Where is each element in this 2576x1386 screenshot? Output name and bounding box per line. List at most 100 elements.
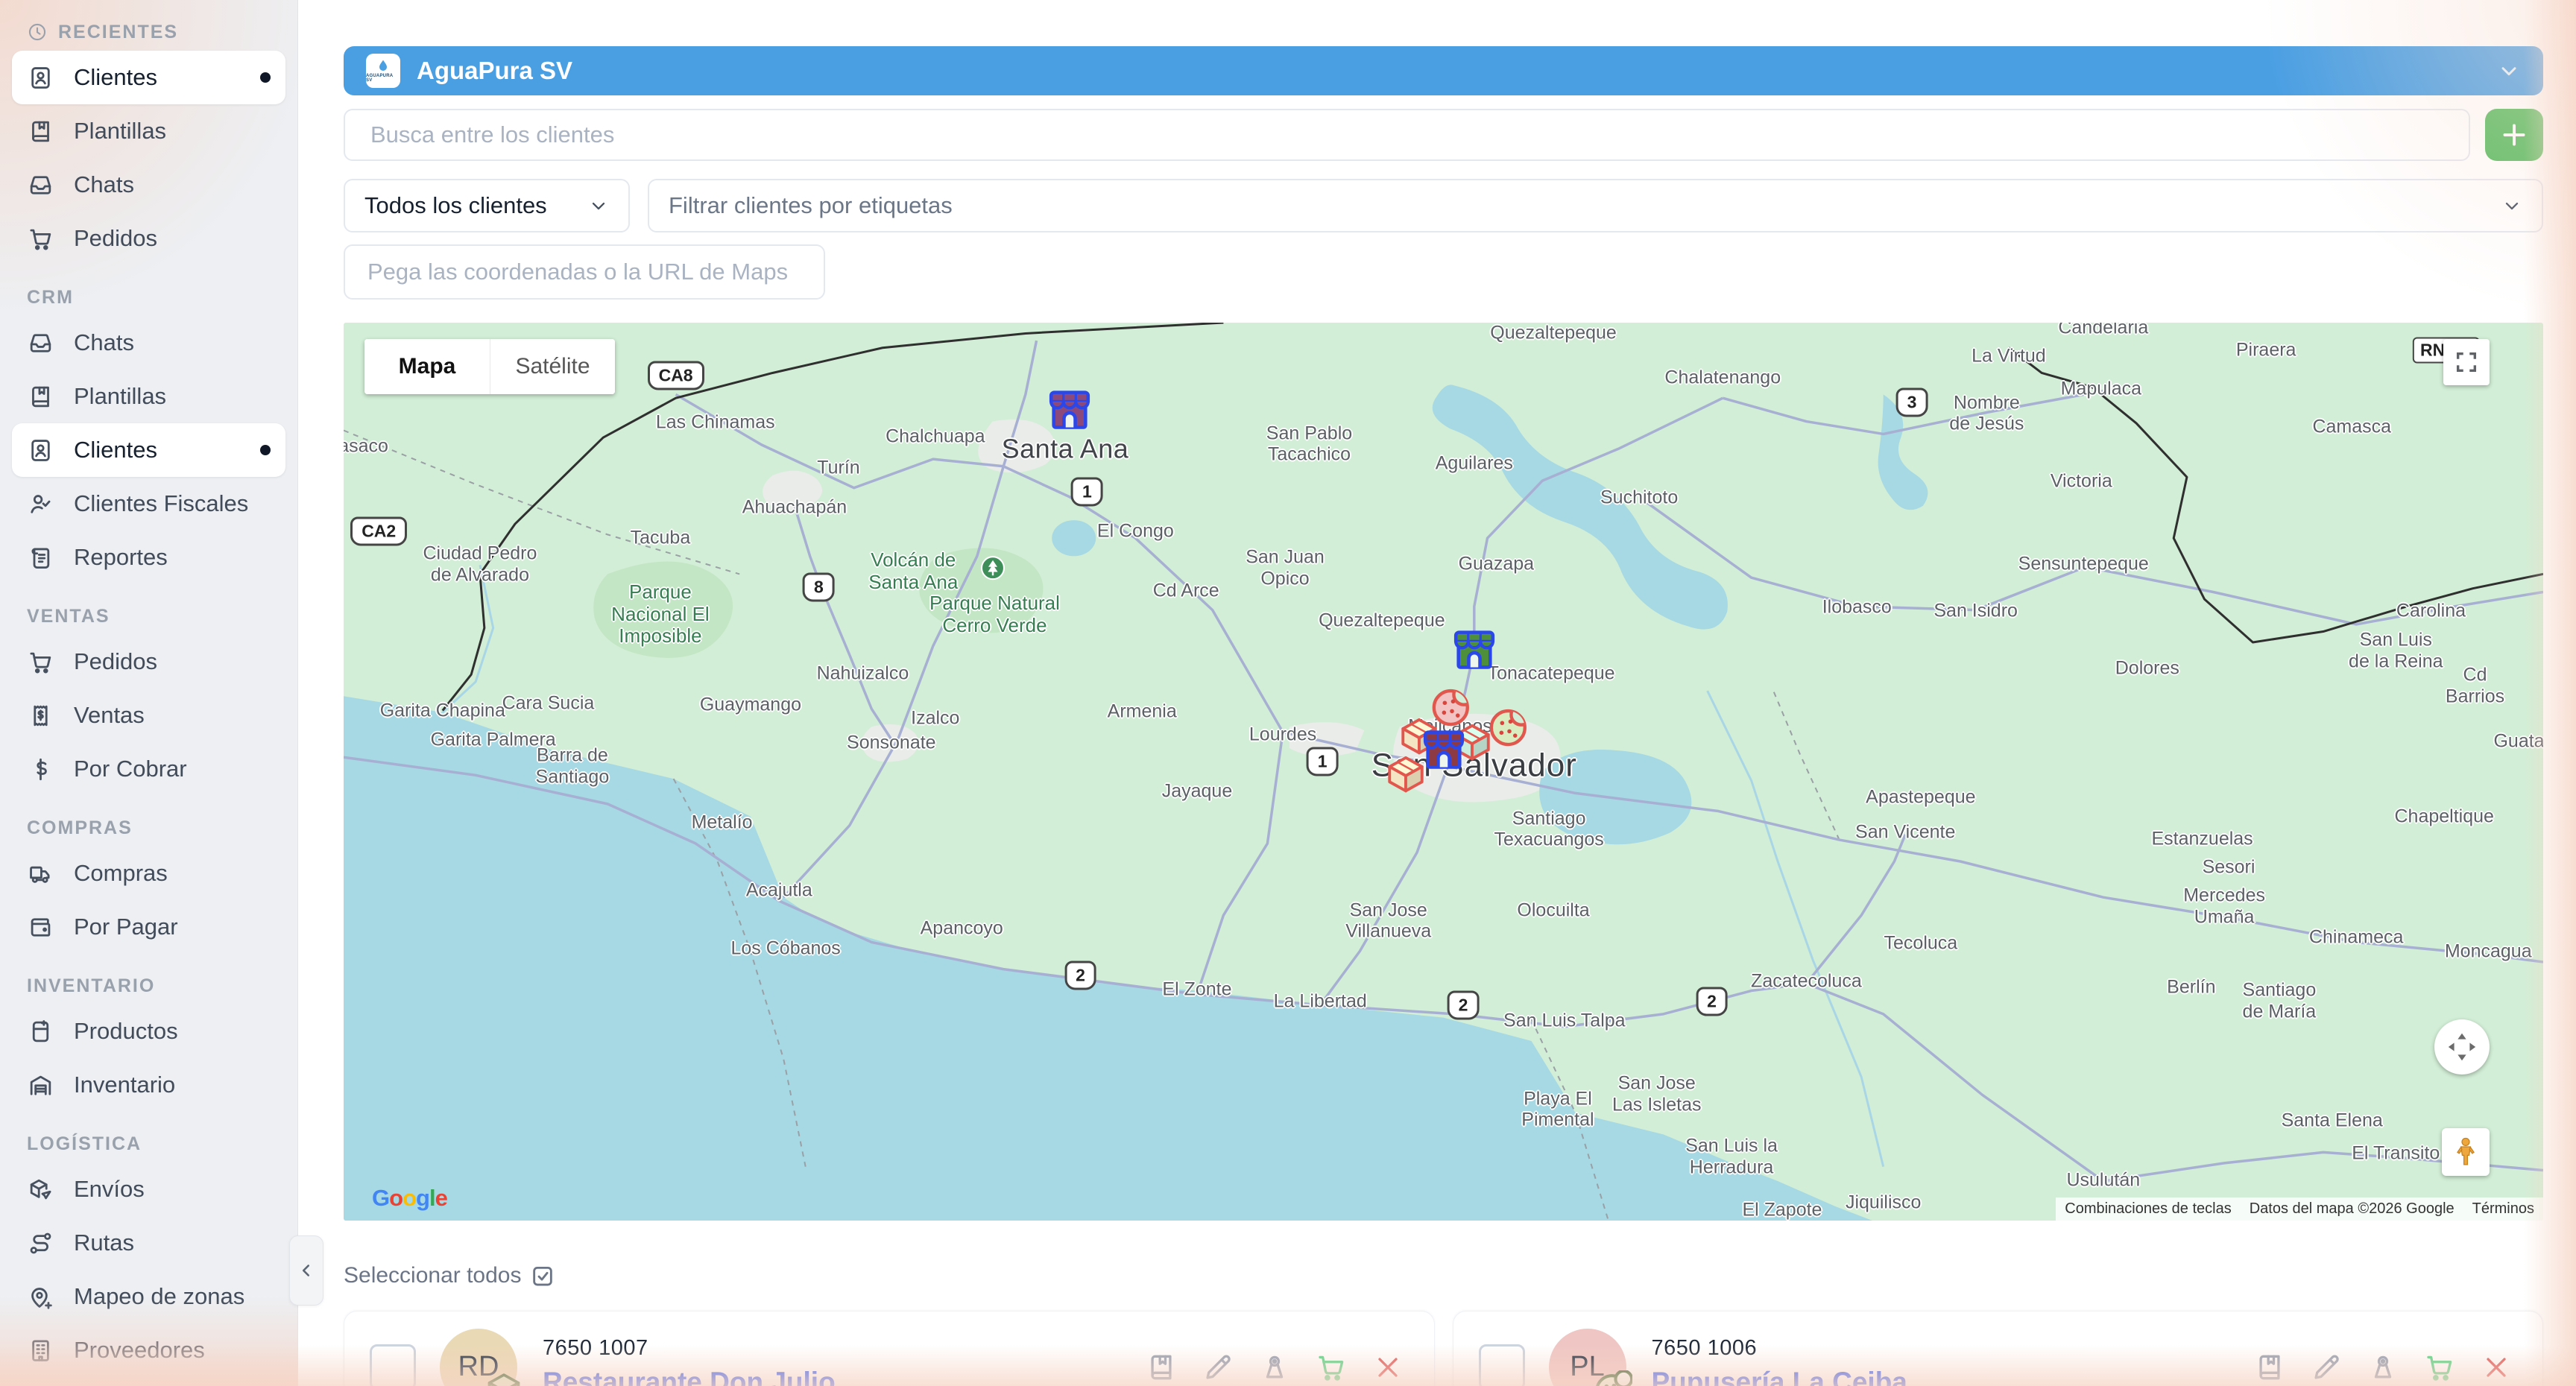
sidebar-item-inventario[interactable]: Inventario: [12, 1058, 285, 1112]
sidebar-item-por-cobrar[interactable]: Por Cobrar: [12, 742, 285, 796]
sidebar-item-chats[interactable]: Chats: [12, 316, 285, 370]
map-type-map-button[interactable]: Mapa: [364, 339, 490, 394]
client-name-link[interactable]: Pupusería La Ceiba: [1652, 1367, 1907, 1386]
sidebar-item-pedidos[interactable]: Pedidos: [12, 635, 285, 689]
client-checkbox[interactable]: [370, 1344, 416, 1386]
fullscreen-button[interactable]: [2443, 339, 2490, 385]
add-client-button[interactable]: [2485, 109, 2543, 161]
sidebar-item-compras[interactable]: Compras: [12, 847, 285, 900]
sidebar-item-label: Plantillas: [74, 383, 166, 410]
pegman-button[interactable]: [2442, 1128, 2490, 1176]
sidebar-item-proveedores[interactable]: Proveedores: [12, 1323, 285, 1377]
avatar: PL: [1549, 1329, 1626, 1386]
plus-icon: [2499, 120, 2529, 150]
park-icon: [979, 555, 1006, 582]
store-marker-purple[interactable]: [1045, 385, 1094, 431]
client-checkbox[interactable]: [1479, 1344, 1525, 1386]
sidebar-item-label: Mapeo de zonas: [74, 1283, 244, 1310]
sidebar-item-ventas[interactable]: Ventas: [12, 689, 285, 742]
search-input[interactable]: [344, 109, 2470, 161]
checkbox-checked-icon: [530, 1263, 555, 1288]
sidebar-item-reportes[interactable]: Reportes: [12, 531, 285, 584]
inbox-icon: [27, 171, 54, 199]
sidebar-item-label: Rutas: [74, 1230, 134, 1256]
sidebar-item-label: Pedidos: [74, 648, 157, 675]
tag-filter-select[interactable]: Filtrar clientes por etiquetas: [648, 179, 2543, 232]
wallet-icon: [27, 914, 54, 941]
sidebar-item-envíos[interactable]: Envíos: [12, 1162, 285, 1216]
sidebar-item-rutas[interactable]: Rutas: [12, 1216, 285, 1270]
client-filter-value: Todos los clientes: [364, 192, 547, 219]
map-canvas[interactable]: QuezaltepequeChalatenangoCandelariaLa Vi…: [344, 323, 2543, 1221]
sidebar: RECIENTESClientesPlantillasChatsPedidosC…: [0, 0, 298, 1386]
company-selector[interactable]: AGUAPURA SV AguaPura SV: [344, 46, 2543, 95]
new-order-icon[interactable]: [2423, 1351, 2456, 1384]
cart-icon: [27, 225, 54, 253]
chevron-down-icon: [2497, 59, 2521, 83]
book-icon: [27, 118, 54, 145]
sidebar-item-pedidos[interactable]: Pedidos: [12, 212, 285, 265]
notes-icon[interactable]: [2253, 1351, 2286, 1384]
cookie-marker-green[interactable]: [1488, 705, 1531, 748]
sidebar-item-label: Compras: [74, 860, 168, 887]
contact-icon: [27, 64, 54, 92]
sidebar-item-label: Plantillas: [74, 118, 166, 145]
map-attribution: Combinaciones de teclas Datos del mapa ©…: [2056, 1197, 2543, 1221]
sidebar-item-plantillas[interactable]: Plantillas: [12, 370, 285, 423]
sidebar-item-label: Envíos: [74, 1176, 145, 1203]
sidebar-item-clientes[interactable]: Clientes: [12, 51, 285, 104]
locate-client-icon[interactable]: [2367, 1351, 2399, 1384]
client-name-link[interactable]: Restaurante Don Julio: [543, 1367, 836, 1386]
sidebar-item-clientes-fiscales[interactable]: Clientes Fiscales: [12, 477, 285, 531]
sidebar-item-label: Pedidos: [74, 225, 157, 252]
map-artwork: [344, 323, 2543, 1221]
sidebar-item-clientes[interactable]: Clientes: [12, 423, 285, 477]
select-all-label: Seleccionar todos: [344, 1263, 521, 1288]
sidebar-section-label: CRM: [27, 287, 74, 308]
new-order-icon[interactable]: [1315, 1351, 1348, 1384]
sidebar-item-label: Clientes: [74, 64, 157, 91]
sidebar-section-label: INVENTARIO: [27, 975, 155, 997]
sidebar-item-plantillas[interactable]: Plantillas: [12, 104, 285, 158]
terms-link[interactable]: Términos: [2463, 1197, 2543, 1221]
sidebar-item-productos[interactable]: Productos: [12, 1004, 285, 1058]
sidebar-item-por-pagar[interactable]: Por Pagar: [12, 900, 285, 954]
sidebar-item-label: Reportes: [74, 544, 168, 571]
keyboard-shortcuts-button[interactable]: Combinaciones de teclas: [2056, 1197, 2240, 1221]
map-type-satellite-button[interactable]: Satélite: [490, 339, 615, 394]
client-phone: 7650 1006: [1652, 1336, 1907, 1361]
notes-icon[interactable]: [1145, 1351, 1178, 1384]
sidebar-item-mapeo-de-zonas[interactable]: Mapeo de zonas: [12, 1270, 285, 1323]
cookie-marker-pink[interactable]: [1430, 685, 1474, 728]
remove-icon[interactable]: [2480, 1351, 2513, 1384]
edit-icon[interactable]: [1202, 1351, 1234, 1384]
sidebar-item-label: Chats: [74, 171, 134, 198]
store-marker-green[interactable]: [1450, 625, 1499, 671]
pan-control[interactable]: [2434, 1019, 2490, 1075]
client-phone: 7650 1007: [543, 1336, 836, 1361]
dollar-icon: [27, 756, 54, 783]
company-logo-text: AGUAPURA SV: [366, 74, 400, 83]
app-root: RECIENTESClientesPlantillasChatsPedidosC…: [0, 0, 2576, 1386]
select-all-control[interactable]: Seleccionar todos: [344, 1263, 555, 1288]
google-logo[interactable]: Google: [372, 1185, 447, 1212]
sidebar-collapse-button[interactable]: [289, 1235, 323, 1306]
coordinates-input[interactable]: [344, 244, 825, 300]
store-marker-red[interactable]: [1419, 724, 1468, 770]
remove-icon[interactable]: [1371, 1351, 1404, 1384]
sidebar-item-label: Clientes Fiscales: [74, 490, 248, 517]
sidebar-section-header: COMPRAS: [0, 818, 297, 838]
sidebar-item-label: Por Pagar: [74, 914, 178, 940]
locate-client-icon[interactable]: [1258, 1351, 1291, 1384]
clock-icon: [27, 22, 48, 42]
chevron-down-icon: [588, 195, 609, 216]
book-icon: [27, 383, 54, 411]
person-check-icon: [27, 490, 54, 518]
edit-icon[interactable]: [2310, 1351, 2343, 1384]
client-card: RD7650 1007Restaurante Don Julio: [344, 1311, 1435, 1386]
sidebar-item-chats[interactable]: Chats: [12, 158, 285, 212]
map-type-control: Mapa Satélite: [364, 339, 615, 394]
contact-icon: [27, 437, 54, 464]
client-filter-select[interactable]: Todos los clientes: [344, 179, 630, 232]
inbox-icon: [27, 329, 54, 357]
